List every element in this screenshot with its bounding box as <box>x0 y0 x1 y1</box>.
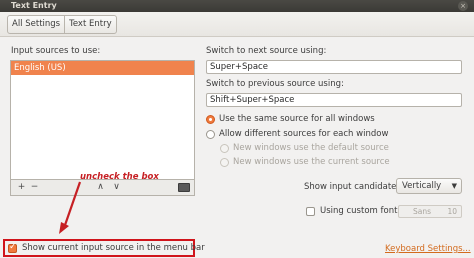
move-up-button[interactable]: ∧ <box>95 182 106 193</box>
close-icon[interactable]: × <box>458 1 468 11</box>
font-name: Sans <box>413 207 432 216</box>
input-sources-toolbar: + − ∧ ∨ <box>10 180 195 196</box>
custom-font-label: Using custom font: <box>320 206 401 216</box>
custom-font-checkbox[interactable]: Using custom font: <box>306 206 400 216</box>
show-current-source-label: Show current input source in the menu ba… <box>22 243 205 253</box>
remove-source-button[interactable]: − <box>29 182 40 193</box>
radio-current-source-label: New windows use the current source <box>233 157 390 167</box>
radio-default-source-label: New windows use the default source <box>233 143 389 153</box>
radio-different-sources[interactable]: Allow different sources for each window <box>206 129 388 139</box>
radio-different-sources-label: Allow different sources for each window <box>219 129 389 139</box>
radio-indicator[interactable] <box>220 143 229 153</box>
radio-current-source[interactable]: New windows use the current source <box>220 157 390 167</box>
candidates-label: Show input candidates: <box>304 182 404 192</box>
window-titlebar: Text Entry × <box>0 0 474 12</box>
radio-default-source[interactable]: New windows use the default source <box>220 143 389 153</box>
switch-next-field[interactable]: Super+Space <box>206 60 462 74</box>
radio-same-source-label: Use the same source for all windows <box>219 114 375 124</box>
input-sources-list[interactable]: English (US) <box>10 60 195 180</box>
annotation-text: uncheck the box <box>80 172 159 182</box>
show-current-source-checkbox[interactable]: Show current input source in the menu ba… <box>8 242 205 253</box>
radio-indicator[interactable] <box>220 157 229 167</box>
font-picker-button[interactable]: Sans 10 <box>398 205 462 218</box>
breadcrumb-all-settings[interactable]: All Settings <box>8 16 64 33</box>
candidates-select[interactable]: Vertically ▼ <box>396 178 462 194</box>
keyboard-icon[interactable] <box>178 183 190 192</box>
switch-next-label: Switch to next source using: <box>206 46 327 56</box>
breadcrumb-text-entry[interactable]: Text Entry <box>64 16 116 33</box>
annotation-arrow-icon <box>59 181 82 234</box>
candidates-value: Vertically <box>402 181 442 191</box>
checkbox-indicator[interactable] <box>8 242 17 253</box>
add-source-button[interactable]: + <box>16 182 27 193</box>
radio-same-source[interactable]: Use the same source for all windows <box>206 114 375 124</box>
font-size: 10 <box>447 207 457 216</box>
breadcrumb: All Settings Text Entry <box>7 15 117 34</box>
window-title: Text Entry <box>11 1 57 10</box>
list-item[interactable]: English (US) <box>11 61 194 75</box>
radio-indicator[interactable] <box>206 114 215 124</box>
move-down-button[interactable]: ∨ <box>111 182 122 193</box>
checkbox-indicator[interactable] <box>306 206 315 216</box>
switch-prev-field[interactable]: Shift+Super+Space <box>206 93 462 107</box>
switch-prev-label: Switch to previous source using: <box>206 79 344 89</box>
radio-indicator[interactable] <box>206 129 215 139</box>
chevron-down-icon: ▼ <box>451 182 457 190</box>
header-toolbar: All Settings Text Entry <box>0 12 474 37</box>
keyboard-settings-link[interactable]: Keyboard Settings... <box>385 244 471 254</box>
input-sources-label: Input sources to use: <box>11 46 101 56</box>
